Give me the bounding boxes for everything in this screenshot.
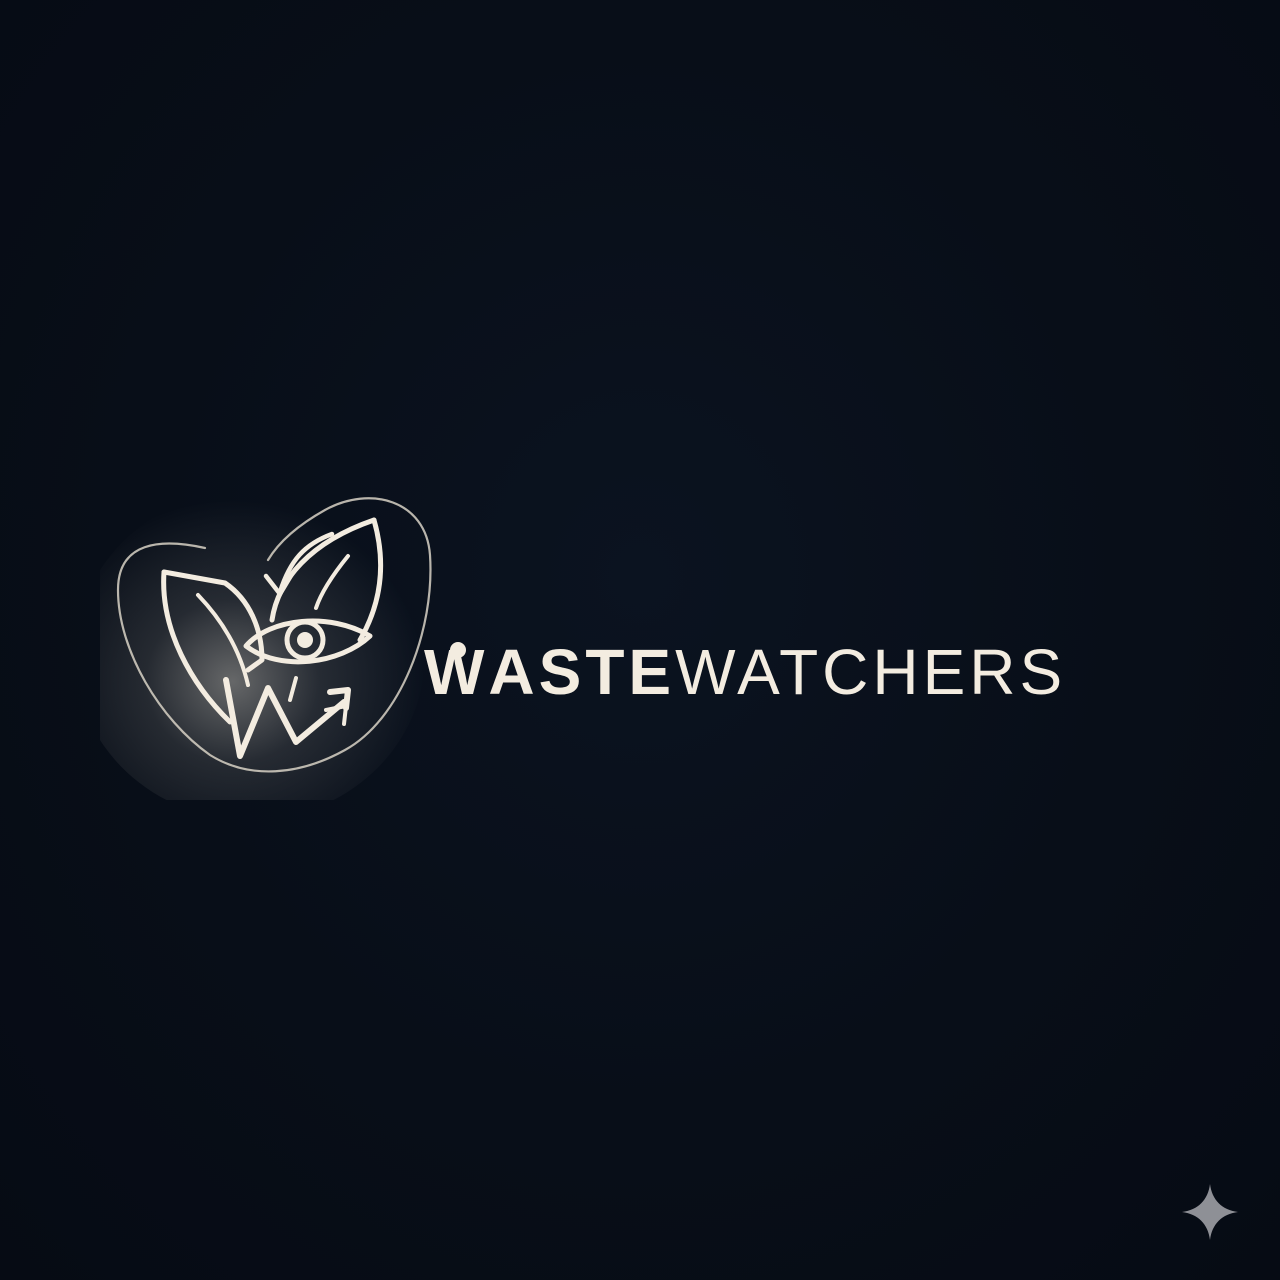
brand-wordmark: W ASTE WATCHERS: [424, 632, 1066, 712]
brand-name-bold: ASTE: [488, 636, 676, 708]
canvas: W ASTE WATCHERS: [0, 0, 1280, 1280]
logo-mark: [100, 490, 432, 800]
brand-wordmark-first-letter: W: [424, 640, 488, 704]
brand-name-light: WATCHERS: [675, 636, 1067, 708]
sparkle-icon: [1182, 1184, 1238, 1240]
wordmark-dot-icon: [450, 642, 466, 658]
